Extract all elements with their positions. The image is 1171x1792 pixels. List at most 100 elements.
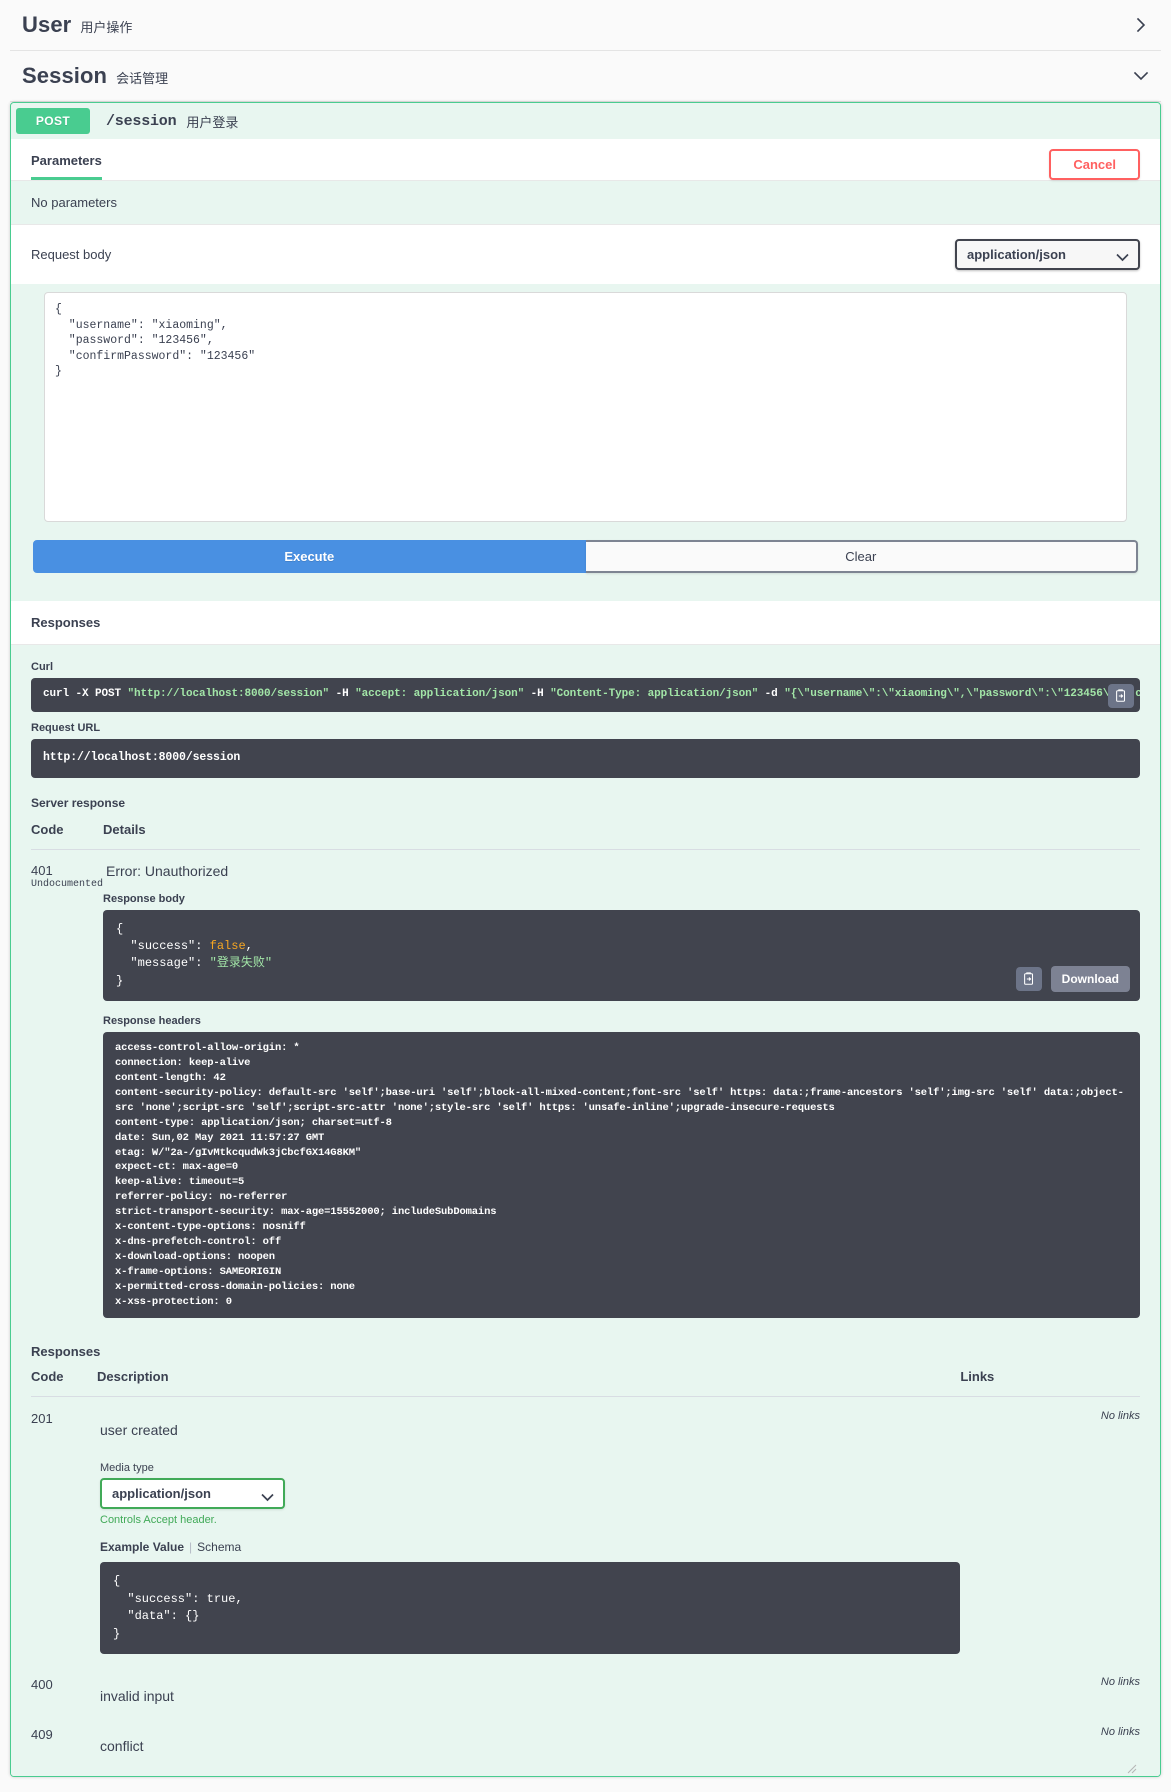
documented-responses-section: Responses Code Description Links 201 use… <box>11 1338 1160 1777</box>
response-description-cell: conflict <box>97 1704 960 1754</box>
request-body-row: Request body application/json <box>11 225 1160 284</box>
example-value-block: { "success": true, "data": {} } <box>100 1562 961 1655</box>
curl-mid1: -H <box>329 688 356 700</box>
tag-name-session: Session <box>22 63 108 88</box>
curl-data: "{\"username\":\"xiaoming\",\"password\"… <box>784 688 1140 700</box>
execute-button[interactable]: Execute <box>33 540 586 573</box>
content-type-select-wrap: application/json <box>955 239 1140 270</box>
request-url-block: http://localhost:8000/session <box>31 738 1140 778</box>
json-key-message: "message" <box>116 956 196 971</box>
response-description: user created <box>100 1422 178 1439</box>
response-body-section: Response body { "success": false, "messa… <box>103 893 1140 1002</box>
column-header-code: Code <box>31 1369 97 1398</box>
response-code-cell: 201 <box>31 1397 97 1654</box>
operation-summary[interactable]: POST /session 用户登录 <box>11 103 1160 139</box>
response-description: conflict <box>100 1738 144 1755</box>
server-response-area: Curl curl -X POST "http://localhost:8000… <box>11 645 1160 1339</box>
json-close-brace: } <box>116 973 124 988</box>
operation-summary-text: 用户登录 <box>186 114 239 130</box>
chevron-right-icon[interactable] <box>1131 15 1151 35</box>
media-type-block: Media type application/json Controls Acc… <box>97 1462 961 1655</box>
operation-body: Parameters Cancel No parameters Request … <box>11 139 1160 1777</box>
column-header-code: Code <box>31 821 104 850</box>
json-key-success: "success" <box>113 1591 193 1606</box>
response-description-cell: invalid input <box>97 1654 960 1704</box>
response-code-cell: 409 <box>31 1704 97 1754</box>
table-row: 201 user created Media type application/… <box>31 1397 1140 1655</box>
response-headers-label: Response headers <box>103 1015 201 1028</box>
curl-mid2: -H <box>524 688 551 700</box>
json-value-message: "登录失败" <box>209 956 273 971</box>
links-cell: No links <box>1100 1410 1140 1423</box>
table-row: 400 invalid input No links <box>31 1654 1140 1704</box>
status-code: 409 <box>31 1727 53 1743</box>
documented-responses-table: Code Description Links 201 user created … <box>31 1369 1140 1754</box>
swagger-ui-page: User 用户操作 Session 会话管理 POST /session 用户登… <box>0 0 1171 1778</box>
tag-header-user[interactable]: User 用户操作 <box>10 0 1161 51</box>
content-type-select[interactable]: application/json <box>955 239 1140 270</box>
parameters-tab-row: Parameters Cancel <box>11 139 1160 180</box>
media-type-select-wrap: application/json <box>100 1478 285 1510</box>
accept-header-note: Controls Accept header. <box>100 1514 217 1527</box>
operation-path: /session <box>106 112 177 130</box>
server-response-table: Code Details 401 Undocumented Error: Una… <box>31 821 1140 1319</box>
tag-section-user: User 用户操作 <box>0 0 1171 51</box>
chevron-down-icon[interactable] <box>1131 66 1151 86</box>
download-button[interactable]: Download <box>1050 966 1130 993</box>
responses-title: Responses <box>31 615 101 630</box>
tag-description-user: 用户操作 <box>80 20 133 35</box>
curl-content-type-header: "Content-Type: application/json" <box>550 688 759 700</box>
status-code: 401 <box>31 862 53 878</box>
tab-example-value[interactable]: Example Value <box>100 1540 184 1554</box>
request-body-editor[interactable]: { "username": "xiaoming", "password": "1… <box>44 292 1127 522</box>
undocumented-badge: Undocumented <box>31 878 104 890</box>
media-type-select[interactable]: application/json <box>100 1478 285 1510</box>
responses-header: Responses <box>11 601 1160 645</box>
curl-command-block: curl -X POST "http://localhost:8000/sess… <box>31 678 1140 712</box>
media-type-label: Media type <box>100 1462 154 1475</box>
server-response-details-cell: Error: Unauthorized Response body { "suc… <box>103 849 1140 1319</box>
table-row: 401 Undocumented Error: Unauthorized Res… <box>31 849 1140 1319</box>
column-header-description: Description <box>97 1369 961 1398</box>
json-value-success: false <box>209 939 246 953</box>
tab-parameters[interactable]: Parameters <box>31 150 102 180</box>
json-key-success: "success" <box>116 939 196 953</box>
status-code: 201 <box>31 1411 53 1427</box>
copy-icon[interactable] <box>1108 684 1134 708</box>
response-description: invalid input <box>100 1688 174 1705</box>
curl-url: "http://localhost:8000/session" <box>127 688 330 700</box>
response-body-block: { "success": false, "message": "登录失败" } D… <box>103 909 1140 1002</box>
json-value-success: true <box>206 1591 236 1606</box>
response-code-cell: 400 <box>31 1654 97 1704</box>
column-header-details: Details <box>103 821 1140 850</box>
operation-block-post-session: POST /session 用户登录 Parameters Cancel No … <box>10 102 1161 1778</box>
no-parameters-row: No parameters <box>11 181 1160 224</box>
execute-clear-row: Execute Clear <box>11 532 1160 601</box>
tag-title-session: Session 会话管理 <box>22 63 168 89</box>
json-open-brace: { <box>116 921 124 936</box>
tag-header-session[interactable]: Session 会话管理 <box>10 51 1161 102</box>
json-close-brace: } <box>113 1626 121 1641</box>
clear-button[interactable]: Clear <box>585 540 1138 573</box>
server-response-label: Server response <box>31 795 126 810</box>
column-header-links: Links <box>960 1369 1140 1398</box>
tag-name-user: User <box>22 12 72 37</box>
curl-mid3: -d <box>758 688 785 700</box>
tag-title-user: User 用户操作 <box>22 12 132 38</box>
error-detail-text: Error: Unauthorized <box>106 862 229 879</box>
http-method-badge: POST <box>16 108 90 134</box>
status-code: 400 <box>31 1677 53 1693</box>
copy-icon[interactable] <box>1015 967 1042 992</box>
json-value-data: {} <box>185 1609 200 1624</box>
response-headers-section: Response headers access-control-allow-or… <box>103 1015 1140 1319</box>
response-headers-block: access-control-allow-origin: * connectio… <box>103 1032 1140 1319</box>
tab-schema[interactable]: Schema <box>197 1540 241 1554</box>
request-url-label: Request URL <box>31 721 101 734</box>
response-body-actions: Download <box>1015 966 1130 993</box>
cancel-button[interactable]: Cancel <box>1049 149 1140 180</box>
table-header-row: Code Description Links <box>31 1369 1140 1398</box>
response-body-label: Response body <box>103 892 185 905</box>
server-response-code-cell: 401 Undocumented <box>31 849 103 1318</box>
curl-prefix: curl -X POST <box>43 688 128 700</box>
curl-accept-header: "accept: application/json" <box>355 688 525 700</box>
